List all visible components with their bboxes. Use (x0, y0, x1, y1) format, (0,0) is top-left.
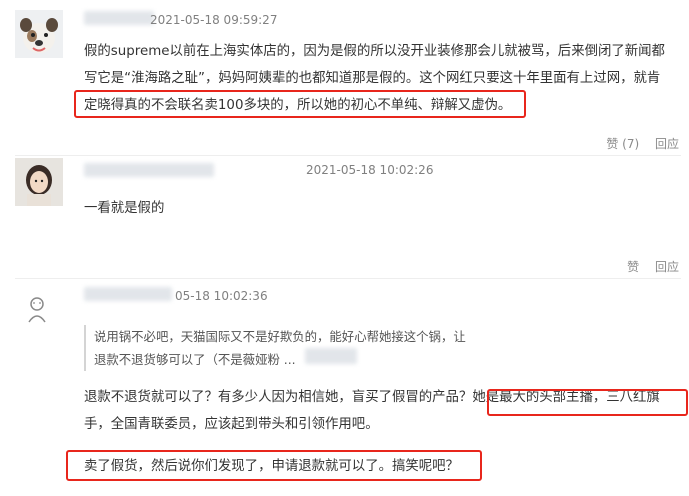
like-button[interactable]: 赞 (627, 260, 639, 274)
comment-timestamp: 2021-05-18 09:59:27 (150, 13, 278, 27)
username-blurred[interactable] (84, 11, 154, 25)
comment-timestamp: 2021-05-18 10:02:26 (306, 163, 434, 177)
avatar[interactable] (15, 292, 59, 332)
girl-avatar-icon (15, 158, 63, 206)
quoted-comment-line: 说用锅不必吧，天猫国际又不是好欺负的，能好心帮她接这个锅，让 (94, 329, 466, 344)
quoted-comment-line: 退款不退货够可以了（不是薇娅粉 ... (94, 352, 296, 367)
comment-actions: 赞 (7) 回应 (594, 135, 679, 152)
avatar[interactable] (15, 158, 63, 206)
comment-text: 一看就是假的 (84, 201, 165, 216)
bulldog-avatar-icon (15, 10, 63, 58)
username-blurred[interactable] (84, 163, 214, 177)
reply-button[interactable]: 回应 (655, 137, 679, 151)
comment-text-line: 写它是“淮海路之耻”，妈妈阿姨辈的也都知道那是假的。这个网红只要这十年里面有上过… (84, 71, 661, 86)
blurred-snippet (305, 348, 357, 364)
reply-button[interactable]: 回应 (655, 260, 679, 274)
highlight-box (74, 90, 526, 118)
comment-text-line: 假的supreme以前在上海实体店的，因为是假的所以没开业装修那会儿就被骂，后来… (84, 44, 665, 59)
divider (15, 278, 681, 279)
default-avatar-icon (28, 297, 46, 323)
highlight-box (487, 389, 688, 416)
comment-timestamp: 05-18 10:02:36 (175, 289, 268, 303)
username-blurred[interactable] (84, 287, 172, 301)
highlight-box (66, 450, 482, 481)
like-button[interactable]: 赞 (7) (606, 137, 639, 151)
comment-actions: 赞 回应 (615, 258, 679, 275)
quoted-comment: 说用锅不必吧，天猫国际又不是好欺负的，能好心帮她接这个锅，让 退款不退货够可以了… (84, 325, 466, 371)
divider (15, 155, 681, 156)
avatar[interactable] (15, 10, 63, 58)
